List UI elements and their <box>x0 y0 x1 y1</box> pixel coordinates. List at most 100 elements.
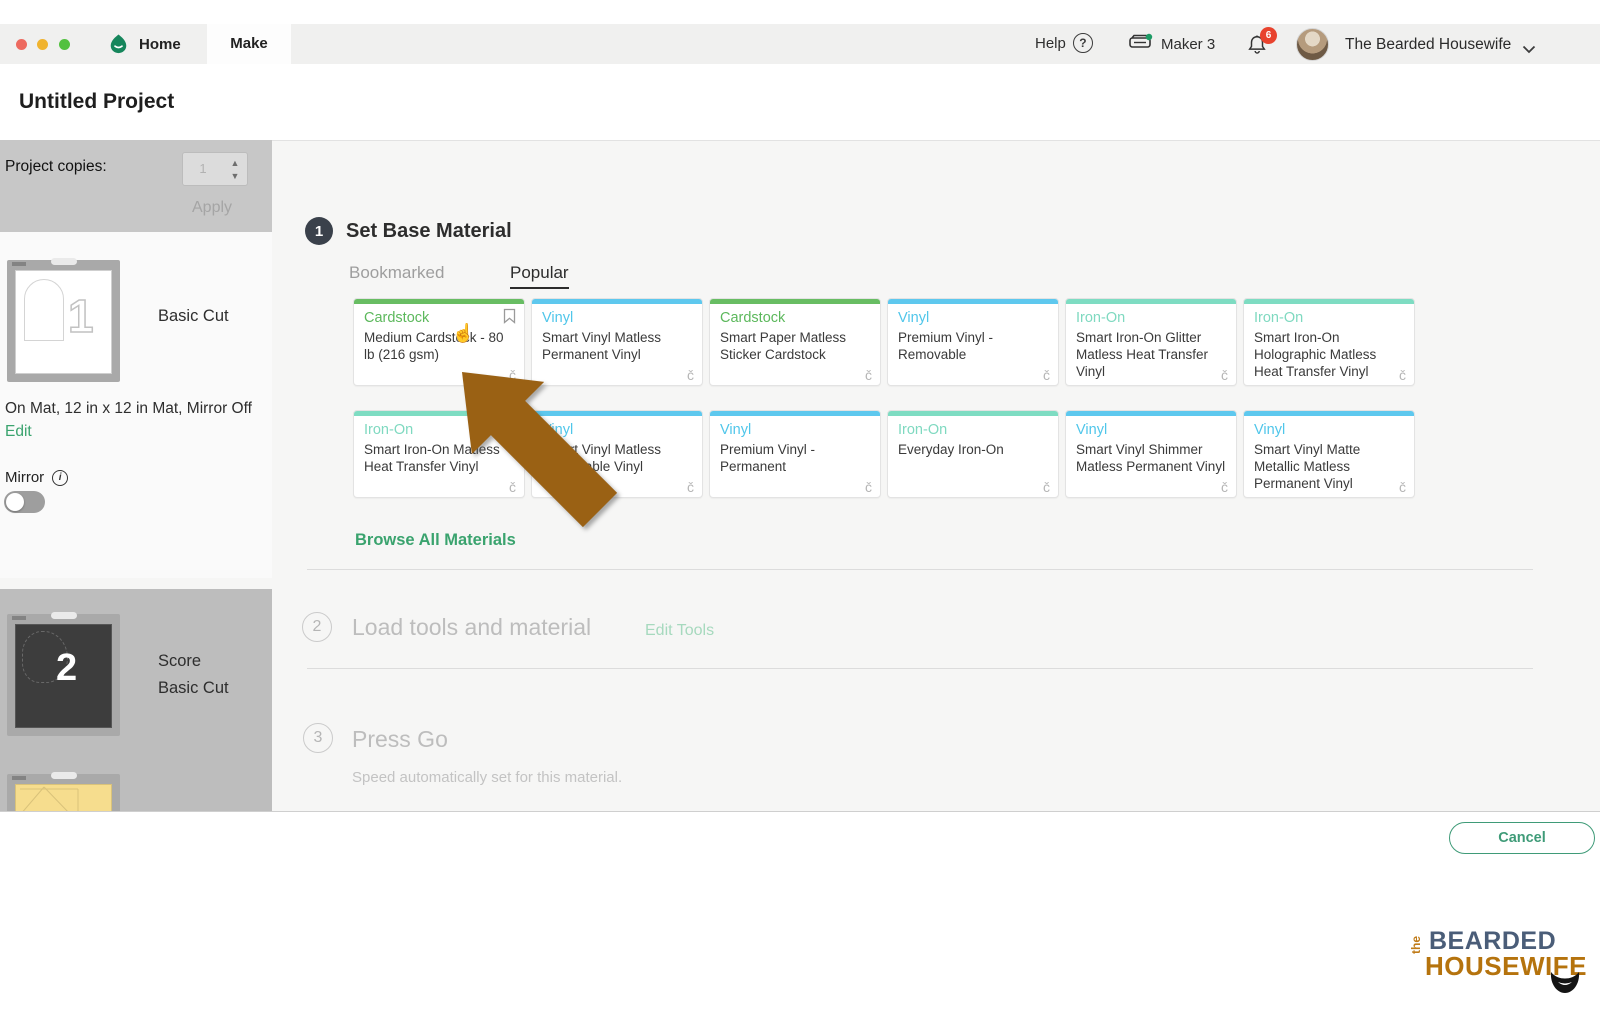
project-copies-label: Project copies: <box>5 158 107 175</box>
beard-icon <box>1548 966 1582 1001</box>
machine-compat-icon: č <box>687 479 694 495</box>
tab-make[interactable]: Make <box>207 24 291 64</box>
mat1-cut-type: Basic Cut <box>158 307 229 325</box>
machine-selector[interactable]: Maker 3 <box>1128 32 1215 57</box>
stepper-up-icon[interactable]: ▲ <box>231 158 240 168</box>
material-category: Vinyl <box>542 310 574 326</box>
arch-cut-shape <box>24 279 64 341</box>
apply-button[interactable]: Apply <box>192 199 232 217</box>
mat3-thumbnail[interactable] <box>7 772 120 812</box>
material-card[interactable]: Vinyl Premium Vinyl - Permanent č <box>709 410 881 498</box>
material-name: Everyday Iron-On <box>898 442 1004 457</box>
mat-settings-summary: On Mat, 12 in x 12 in Mat, Mirror Off <box>5 400 252 417</box>
tab-home[interactable]: Home <box>139 36 181 53</box>
divider <box>307 668 1533 669</box>
copies-stepper[interactable]: 1 ▲ ▼ <box>182 152 248 186</box>
material-card[interactable]: Cardstock Smart Paper Matless Sticker Ca… <box>709 298 881 386</box>
stepper-down-icon[interactable]: ▼ <box>231 171 240 181</box>
mat2-number: 2 <box>56 647 78 689</box>
help-label: Help <box>1035 34 1066 52</box>
mirror-label: Mirror <box>5 469 45 486</box>
window-zoom-icon[interactable] <box>59 39 70 50</box>
divider <box>307 569 1533 570</box>
material-name: Smart Vinyl Shimmer Matless Permanent Vi… <box>1076 442 1226 474</box>
step2-circle: 2 <box>302 612 332 642</box>
window-minimize-icon[interactable] <box>37 39 48 50</box>
machine-compat-icon: č <box>1399 479 1406 495</box>
mat-tab-notch <box>51 612 77 619</box>
question-icon: ? <box>1072 33 1093 53</box>
toggle-knob <box>6 493 24 511</box>
mat2-section: 2 Score Basic Cut <box>0 589 272 812</box>
mat1-section: 1 Basic Cut On Mat, 12 in x 12 in Mat, M… <box>0 232 272 578</box>
mat-tab-notch <box>51 258 77 265</box>
material-name: Smart Vinyl Matless Permanent Vinyl <box>542 330 662 362</box>
stepper-arrows[interactable]: ▲ ▼ <box>223 153 247 185</box>
edit-tools-link[interactable]: Edit Tools <box>645 622 714 640</box>
tab-bookmarked[interactable]: Bookmarked <box>349 263 444 283</box>
mat-tab-notch <box>51 772 77 779</box>
top-bar: Home Make Help ? Maker 3 6 The Bearded H… <box>0 24 1600 64</box>
step3-circle: 3 <box>303 723 333 753</box>
edit-link[interactable]: Edit <box>5 423 32 441</box>
material-name: Smart Vinyl Matte Metallic Matless Perma… <box>1254 442 1361 491</box>
info-icon[interactable]: i <box>52 469 69 486</box>
account-name[interactable]: The Bearded Housewife <box>1345 36 1511 54</box>
machine-compat-icon: č <box>1221 479 1228 495</box>
material-category: Iron-On <box>1076 310 1126 326</box>
mat-brand-mark <box>12 616 26 620</box>
cursor-hand-icon: ☝ <box>452 323 475 343</box>
material-category: Vinyl <box>720 422 752 438</box>
step2-title: Load tools and material <box>352 614 592 640</box>
cancel-button[interactable]: Cancel <box>1449 822 1595 854</box>
mat3-surface <box>15 784 112 812</box>
mat2-thumbnail[interactable]: 2 <box>7 612 120 736</box>
material-name: Smart Paper Matless Sticker Cardstock <box>720 330 847 362</box>
machine-compat-icon: č <box>687 367 694 383</box>
machine-name: Maker 3 <box>1161 36 1216 53</box>
material-card[interactable]: Iron-On Smart Iron-On Holographic Matles… <box>1243 298 1415 386</box>
annotation-arrow <box>462 372 620 535</box>
material-category: Iron-On <box>1254 310 1304 326</box>
copies-value[interactable]: 1 <box>183 153 223 185</box>
chevron-down-icon[interactable] <box>1522 41 1536 59</box>
material-category: Vinyl <box>1076 422 1108 438</box>
material-category: Cardstock <box>720 310 786 326</box>
window-close-icon[interactable] <box>16 39 27 50</box>
material-card[interactable]: Vinyl Smart Vinyl Shimmer Matless Perman… <box>1065 410 1237 498</box>
app-window: Home Make Help ? Maker 3 6 The Bearded H… <box>0 0 1600 1017</box>
material-card[interactable]: Vinyl Smart Vinyl Matte Metallic Matless… <box>1243 410 1415 498</box>
material-card[interactable]: Iron-On Everyday Iron-On č <box>887 410 1059 498</box>
mat1-surface: 1 <box>15 270 112 374</box>
notifications-button[interactable]: 6 <box>1246 27 1277 60</box>
material-name: Smart Iron-On Glitter Matless Heat Trans… <box>1076 330 1209 379</box>
footer-bar: Cancel <box>0 811 1600 857</box>
mat1-number: 1 <box>67 289 94 343</box>
bookmark-icon[interactable] <box>503 308 516 329</box>
step3-subtitle: Speed automatically set for this materia… <box>352 769 623 786</box>
notification-badge: 6 <box>1260 27 1277 44</box>
machine-icon <box>1128 32 1154 57</box>
material-name: Premium Vinyl - Removable <box>898 330 994 362</box>
machine-compat-icon: č <box>1043 367 1050 383</box>
mirror-toggle[interactable] <box>4 491 45 513</box>
mat1-thumbnail[interactable]: 1 <box>7 258 120 382</box>
machine-compat-icon: č <box>1221 367 1228 383</box>
tab-popular[interactable]: Popular <box>510 263 569 289</box>
material-category: Iron-On <box>898 422 948 438</box>
cricut-logo-icon[interactable] <box>109 33 128 60</box>
machine-compat-icon: č <box>865 479 872 495</box>
avatar[interactable] <box>1296 28 1329 61</box>
material-name: Medium Cardstock - 80 lb (216 gsm) <box>364 330 504 362</box>
machine-compat-icon: č <box>1399 367 1406 383</box>
material-card[interactable]: Vinyl Premium Vinyl - Removable č <box>887 298 1059 386</box>
mat2-cut-type-2: Basic Cut <box>158 679 229 697</box>
help-button[interactable]: Help ? <box>1035 33 1093 53</box>
step1-circle: 1 <box>305 217 333 245</box>
project-copies-panel: Project copies: 1 ▲ ▼ Apply <box>0 140 272 232</box>
mat-brand-mark <box>12 262 26 266</box>
machine-compat-icon: č <box>1043 479 1050 495</box>
material-card[interactable]: Iron-On Smart Iron-On Glitter Matless He… <box>1065 298 1237 386</box>
mat2-surface: 2 <box>15 624 112 728</box>
step1-title: Set Base Material <box>346 220 512 242</box>
